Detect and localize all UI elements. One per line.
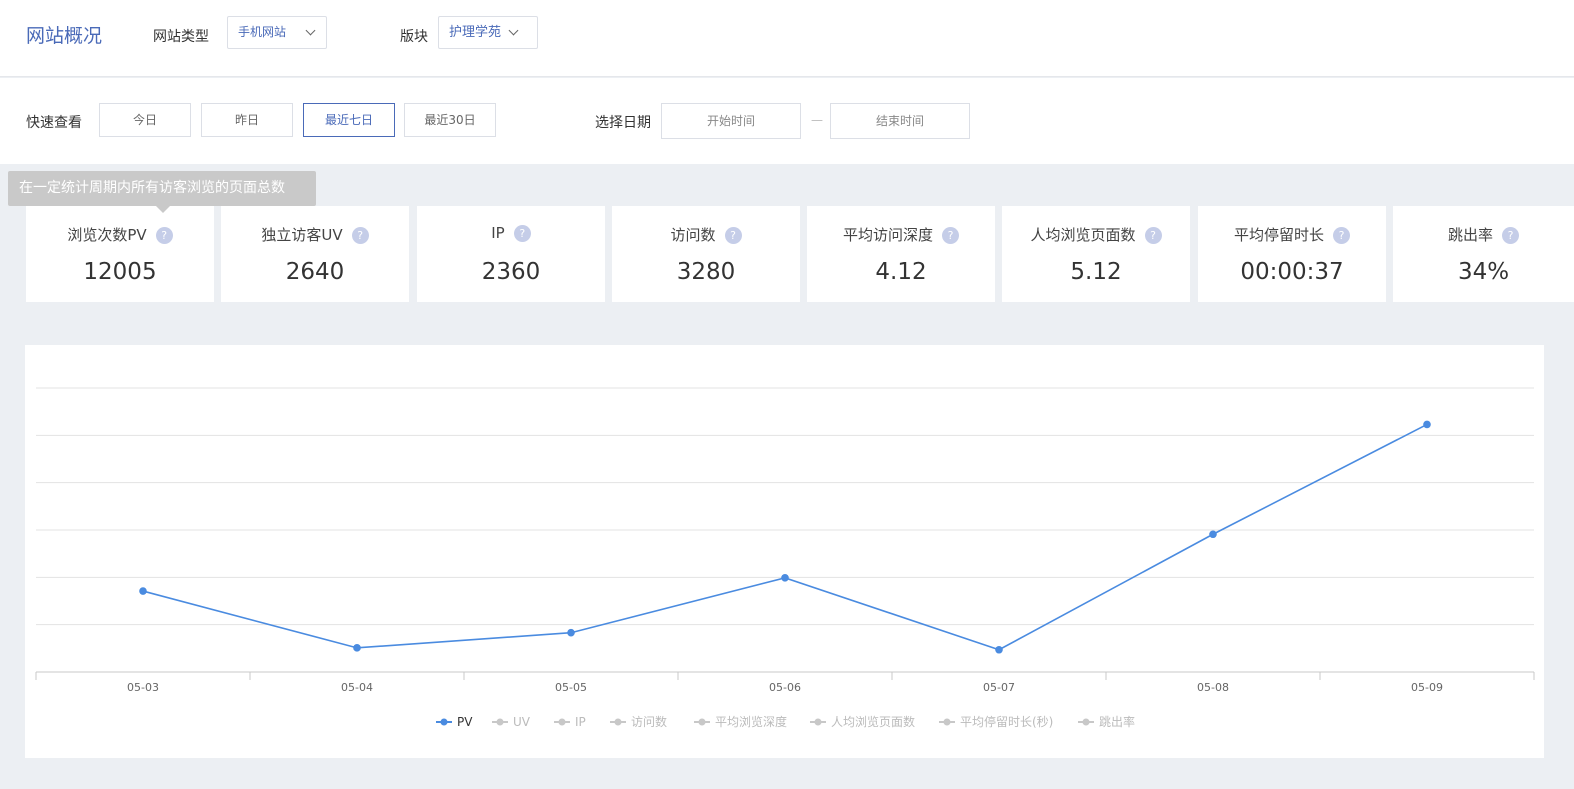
metric-label: 访问数 bbox=[670, 226, 716, 244]
x-tick-label: 05-05 bbox=[555, 681, 587, 694]
legend-item[interactable]: IP bbox=[575, 715, 586, 729]
metric-value: 12005 bbox=[83, 259, 157, 285]
metric-card-avg-duration: 平均停留时长? 00:00:37 bbox=[1198, 206, 1386, 302]
x-tick-label: 05-08 bbox=[1197, 681, 1229, 694]
pv-data-point[interactable] bbox=[1209, 530, 1217, 539]
legend-item[interactable]: 跳出率 bbox=[1099, 714, 1135, 729]
quick-today-button[interactable]: 今日 bbox=[99, 103, 191, 137]
pv-data-point[interactable] bbox=[567, 628, 575, 637]
help-icon[interactable]: ? bbox=[155, 227, 173, 244]
legend-marker-icon[interactable] bbox=[496, 718, 504, 726]
pv-data-point[interactable] bbox=[139, 587, 147, 595]
legend-marker-icon[interactable] bbox=[614, 718, 622, 726]
trend-line-chart: 05-03 05-04 05-05 05-06 05-07 05-08 05-09 PV UV I… bbox=[35, 387, 1535, 729]
legend-marker-icon[interactable] bbox=[558, 718, 566, 726]
site-type-select[interactable]: 手机网站 bbox=[227, 16, 327, 49]
help-icon[interactable]: ? bbox=[1502, 227, 1519, 244]
legend-item[interactable]: UV bbox=[513, 715, 531, 729]
pv-data-point[interactable] bbox=[781, 574, 789, 582]
quick-view-label: 快速查看 bbox=[26, 115, 82, 131]
metric-value: 2360 bbox=[481, 259, 541, 285]
site-type-label: 网站类型 bbox=[153, 29, 209, 45]
chart-panel: 05-03 05-04 05-05 05-06 05-07 05-08 05-09 PV UV I… bbox=[25, 345, 1544, 758]
site-type-value: 手机网站 bbox=[238, 25, 287, 39]
quick-yesterday-button[interactable]: 昨日 bbox=[201, 103, 293, 137]
metric-card-ip: IP? 2360 bbox=[417, 206, 605, 302]
metric-label: 浏览次数PV bbox=[67, 226, 147, 244]
start-date-input[interactable]: 开始时间 bbox=[661, 103, 801, 139]
metric-card-pv: 浏览次数PV? 12005 bbox=[26, 206, 214, 302]
pv-data-point[interactable] bbox=[1423, 420, 1431, 429]
x-tick-label: 05-04 bbox=[341, 681, 373, 694]
help-icon[interactable]: ? bbox=[1333, 227, 1350, 244]
quick-last7days-button[interactable]: 最近七日 bbox=[303, 103, 395, 137]
legend-marker-icon[interactable] bbox=[943, 718, 951, 726]
x-tick-label: 05-06 bbox=[769, 681, 801, 694]
date-separator: — bbox=[811, 113, 823, 127]
metric-label: 跳出率 bbox=[1447, 226, 1493, 244]
legend-item[interactable]: PV bbox=[457, 715, 473, 729]
metric-label: IP bbox=[491, 224, 505, 242]
end-date-input[interactable]: 结束时间 bbox=[830, 103, 970, 139]
metric-card-pages-per-user: 人均浏览页面数? 5.12 bbox=[1002, 206, 1190, 302]
help-icon[interactable]: ? bbox=[1144, 227, 1162, 244]
help-icon[interactable]: ? bbox=[351, 227, 369, 244]
metric-label: 平均停留时长 bbox=[1233, 226, 1324, 244]
x-tick-label: 05-07 bbox=[983, 681, 1015, 694]
legend-marker-icon[interactable] bbox=[440, 718, 448, 726]
legend-item[interactable]: 平均停留时长(秒) bbox=[960, 714, 1053, 729]
x-tick-label: 05-03 bbox=[127, 681, 159, 694]
metric-value: 5.12 bbox=[1070, 259, 1122, 285]
metric-label: 独立访客UV bbox=[261, 226, 343, 244]
section-label: 版块 bbox=[400, 29, 428, 45]
metric-value: 3280 bbox=[676, 259, 736, 285]
chevron-down-icon bbox=[508, 25, 519, 36]
metric-label: 人均浏览页面数 bbox=[1030, 226, 1136, 244]
metric-value: 4.12 bbox=[875, 259, 927, 285]
metric-value: 00:00:37 bbox=[1240, 259, 1344, 285]
legend-marker-icon[interactable] bbox=[1082, 718, 1090, 726]
pv-data-point[interactable] bbox=[353, 644, 361, 652]
legend-marker-icon[interactable] bbox=[698, 718, 706, 726]
date-select-label: 选择日期 bbox=[595, 115, 651, 131]
chevron-down-icon bbox=[305, 25, 316, 36]
legend-item[interactable]: 平均浏览深度 bbox=[715, 714, 787, 729]
metric-card-bounce-rate: 跳出率? 34% bbox=[1393, 206, 1574, 302]
help-icon[interactable]: ? bbox=[513, 225, 531, 242]
help-icon[interactable]: ? bbox=[724, 227, 742, 244]
pv-tooltip: 在一定统计周期内所有访客浏览的页面总数 bbox=[8, 171, 316, 213]
pv-data-point[interactable] bbox=[995, 645, 1003, 654]
legend-item[interactable]: 人均浏览页面数 bbox=[831, 714, 915, 729]
page-title: 网站概况 bbox=[26, 25, 103, 47]
metric-card-uv: 独立访客UV? 2640 bbox=[221, 206, 409, 302]
legend-item[interactable]: 访问数 bbox=[631, 714, 667, 729]
top-bar: 网站概况 网站类型 手机网站 版块 护理学苑 bbox=[0, 0, 1574, 77]
metric-label: 平均访问深度 bbox=[842, 226, 933, 244]
legend-marker-icon[interactable] bbox=[814, 718, 822, 726]
filter-bar: 快速查看 今日 昨日 最近七日 最近30日 选择日期 开始时间 — 结束时间 bbox=[0, 78, 1574, 164]
metric-value: 34% bbox=[1457, 259, 1510, 285]
metric-value: 2640 bbox=[285, 259, 345, 285]
section-select[interactable]: 护理学苑 bbox=[438, 16, 538, 49]
x-tick-label: 05-09 bbox=[1411, 681, 1443, 694]
section-value: 护理学苑 bbox=[449, 25, 502, 40]
help-icon[interactable]: ? bbox=[942, 227, 959, 244]
quick-last30days-button[interactable]: 最近30日 bbox=[404, 103, 496, 137]
metric-card-visits: 访问数? 3280 bbox=[612, 206, 800, 302]
metric-card-avg-depth: 平均访问深度? 4.12 bbox=[807, 206, 995, 302]
pv-series-line bbox=[142, 423, 1428, 651]
